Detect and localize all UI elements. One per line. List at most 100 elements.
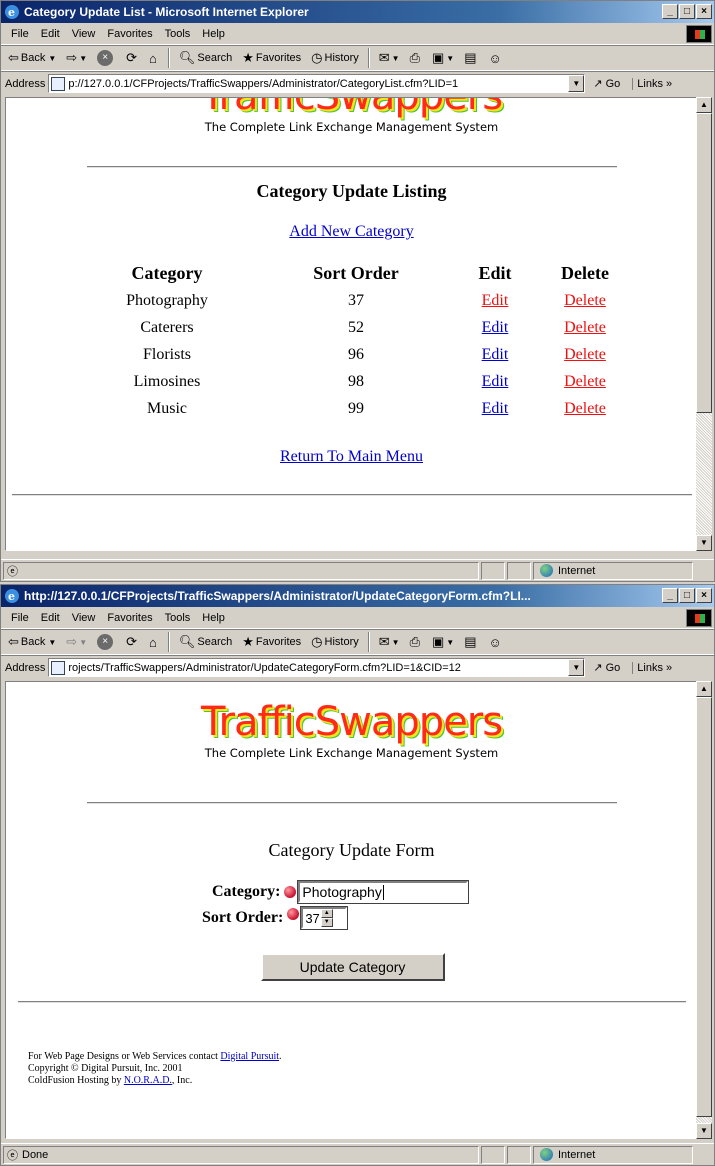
search-icon: 🔍︎ [178,634,196,649]
title-bar[interactable]: e Category Update List - Microsoft Inter… [1,1,714,23]
home-icon: ⌂ [149,50,157,66]
print-button[interactable]: ⎙ [407,631,425,653]
history-button[interactable]: ◷ History [308,631,362,653]
back-button[interactable]: ⇦ Back ▼ [5,631,59,653]
mail-icon: ✉ [378,50,390,65]
delete-link[interactable]: Delete [564,400,606,417]
close-button[interactable]: × [696,588,712,603]
table-row: Caterers 52 Edit Delete [97,314,655,341]
forward-button[interactable]: ⇨ ▼ [63,631,90,653]
update-category-button[interactable]: Update Category [260,953,445,981]
links-button[interactable]: Links » [632,77,672,90]
address-dropdown-button[interactable]: ▼ [568,75,585,92]
mail-button[interactable]: ✉ ▼ [376,47,403,69]
menu-tools[interactable]: Tools [159,612,197,624]
history-button[interactable]: ◷ History [308,47,362,69]
favorites-button[interactable]: ★ Favorites [239,631,304,653]
address-dropdown-button[interactable]: ▼ [568,659,585,676]
maximize-button[interactable]: □ [679,4,695,19]
refresh-button[interactable]: ⟳ [123,631,142,653]
menu-file[interactable]: File [5,28,35,40]
delete-link[interactable]: Delete [564,373,606,390]
menu-file[interactable]: File [5,612,35,624]
print-button[interactable]: ⎙ [407,47,425,69]
back-button[interactable]: ⇦ Back ▼ [5,47,59,69]
refresh-button[interactable]: ⟳ [123,47,142,69]
stop-button[interactable]: × [94,631,119,653]
address-input[interactable]: rojects/TrafficSwappers/Administrator/Up… [48,658,586,677]
edit-link[interactable]: Edit [482,373,509,390]
menu-favorites[interactable]: Favorites [101,28,158,40]
search-button[interactable]: 🔍︎ Search [176,47,235,69]
internet-zone-icon [540,1148,553,1161]
links-button[interactable]: Links » [632,661,672,674]
delete-link[interactable]: Delete [564,346,606,363]
edit-link[interactable]: Edit [482,400,509,417]
menu-edit[interactable]: Edit [35,612,66,624]
edit-page-button[interactable]: ▣ ▼ [429,47,457,69]
site-logo: TrafficSwappers [200,699,503,745]
digital-pursuit-link[interactable]: Digital Pursuit [220,1051,279,1062]
sort-order-cell: 99 [348,399,364,417]
minimize-button[interactable]: _ [662,588,678,603]
mail-icon: ✉ [378,634,390,649]
menu-favorites[interactable]: Favorites [101,612,158,624]
discuss-button[interactable]: ▤ [461,47,481,69]
home-button[interactable]: ⌂ [146,47,162,69]
address-input[interactable]: p://127.0.0.1/CFProjects/TrafficSwappers… [48,74,586,93]
discuss-button[interactable]: ▤ [461,631,481,653]
home-button[interactable]: ⌂ [146,631,162,653]
messenger-button[interactable]: ☺ [486,47,507,69]
return-main-menu-link[interactable]: Return To Main Menu [280,448,423,465]
edit-link[interactable]: Edit [482,292,509,309]
scroll-thumb[interactable] [696,697,712,1117]
scroll-up-button[interactable]: ▲ [696,97,712,113]
browser-window-category-list: e Category Update List - Microsoft Inter… [0,0,715,582]
required-icon [284,886,297,898]
menu-view[interactable]: View [66,612,102,624]
search-button[interactable]: 🔍︎ Search [176,631,235,653]
mail-button[interactable]: ✉ ▼ [376,631,403,653]
minimize-button[interactable]: _ [662,4,678,19]
stop-button[interactable]: × [94,47,119,69]
scroll-thumb[interactable] [696,113,712,413]
edit-page-button[interactable]: ▣ ▼ [429,631,457,653]
menu-help[interactable]: Help [196,612,231,624]
table-row: Limosines 98 Edit Delete [97,368,655,395]
stepper-up-icon[interactable]: ▲ [320,909,333,918]
history-icon: ◷ [311,50,323,65]
norad-link[interactable]: N.O.R.A.D. [124,1075,172,1086]
menu-tools[interactable]: Tools [159,28,197,40]
table-row: Florists 96 Edit Delete [97,341,655,368]
stepper-down-icon[interactable]: ▼ [320,918,333,927]
go-button[interactable]: ↗ Go [593,77,620,91]
vertical-scrollbar[interactable]: ▲ ▼ [696,97,712,551]
address-value: p://127.0.0.1/CFProjects/TrafficSwappers… [68,77,459,90]
toolbar: ⇦ Back ▼ ⇨ ▼ × ⟳ ⌂ 🔍︎ Search ★ Favorites ◷ His… [1,45,714,71]
favorites-button[interactable]: ★ Favorites [239,47,304,69]
category-input[interactable]: Photography [297,880,470,904]
scroll-down-button[interactable]: ▼ [696,1123,712,1139]
scroll-down-button[interactable]: ▼ [696,535,712,551]
add-new-category-link[interactable]: Add New Category [289,223,413,240]
messenger-button[interactable]: ☺ [486,631,507,653]
sort-order-input[interactable]: 37 ▲ ▼ [300,906,349,930]
close-button[interactable]: × [696,4,712,19]
address-bar: Address p://127.0.0.1/CFProjects/Traffic… [1,71,714,95]
delete-link[interactable]: Delete [564,319,606,336]
menu-view[interactable]: View [66,28,102,40]
vertical-scrollbar[interactable]: ▲ ▼ [696,681,712,1139]
print-icon: ⎙ [409,634,420,649]
edit-link[interactable]: Edit [482,319,509,336]
scroll-up-button[interactable]: ▲ [696,681,712,697]
forward-button[interactable]: ⇨ ▼ [63,47,90,69]
address-label: Address [5,661,46,674]
title-bar[interactable]: e http://127.0.0.1/CFProjects/TrafficSwa… [1,585,714,607]
maximize-button[interactable]: □ [679,588,695,603]
menu-help[interactable]: Help [196,28,231,40]
delete-link[interactable]: Delete [564,292,606,309]
menu-edit[interactable]: Edit [35,28,66,40]
go-button[interactable]: ↗ Go [593,661,620,675]
edit-link[interactable]: Edit [482,346,509,363]
sort-order-stepper[interactable]: ▲ ▼ [320,909,333,927]
